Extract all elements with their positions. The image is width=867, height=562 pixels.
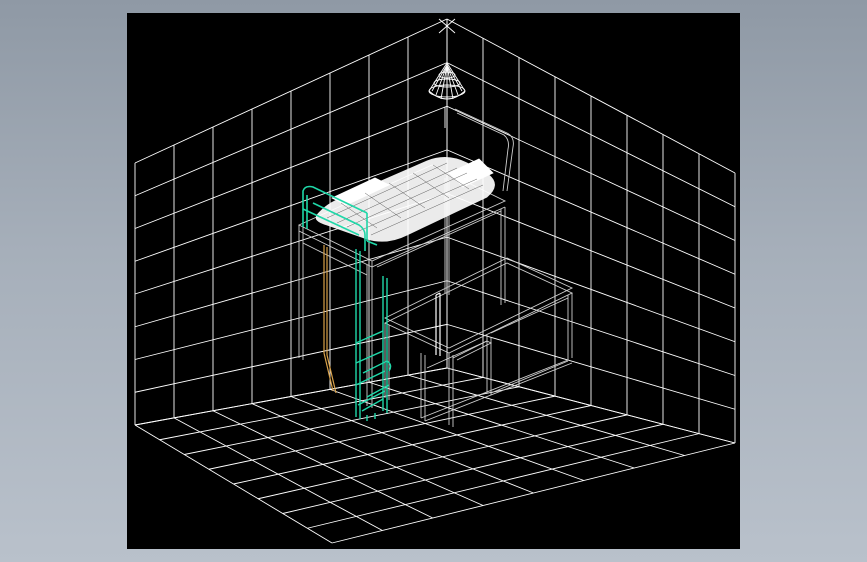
floor-gridline	[331, 442, 736, 544]
desk-unit	[383, 257, 574, 427]
room-grid	[134, 18, 736, 544]
floor-gridline	[282, 423, 664, 514]
mattress	[315, 157, 495, 242]
chair	[435, 292, 441, 356]
floor-gridline	[258, 414, 628, 500]
floor-gridline	[307, 433, 700, 529]
wireframe-drawing	[134, 18, 736, 544]
loft-bed	[297, 108, 514, 408]
floor-gridline	[159, 376, 484, 441]
cad-viewport[interactable]	[127, 13, 740, 549]
